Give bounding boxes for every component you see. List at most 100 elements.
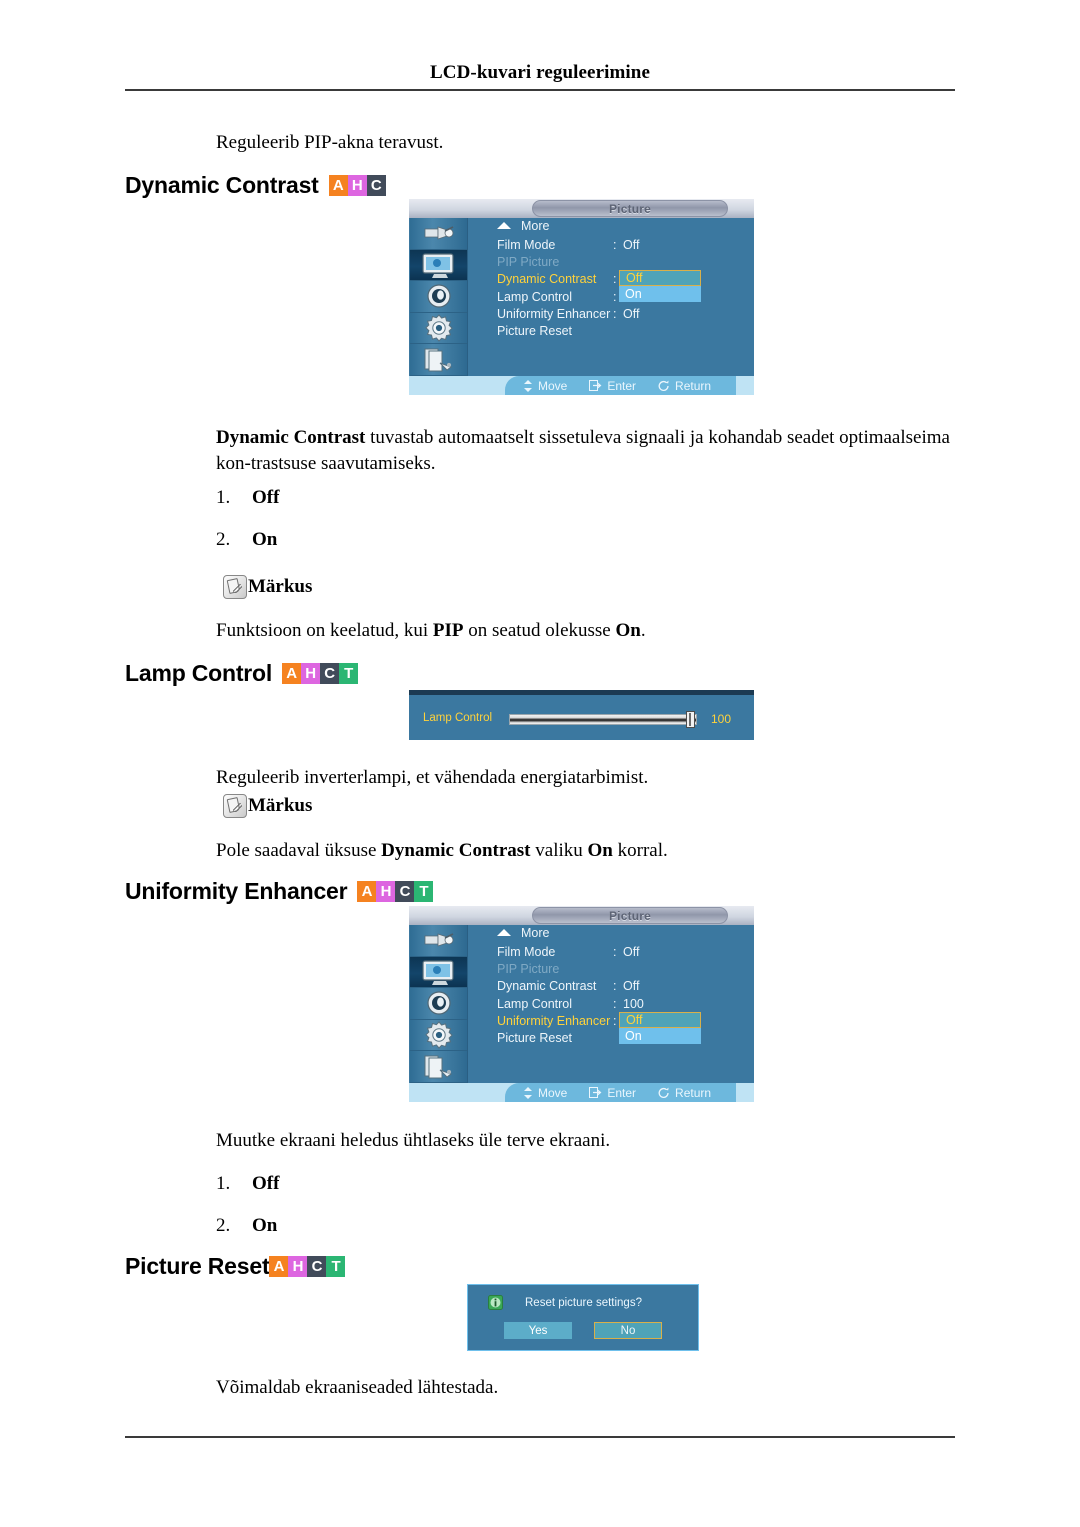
osd-dropdown-option-on[interactable]: On bbox=[619, 286, 701, 303]
osd-title: Picture bbox=[608, 201, 652, 216]
osd-lamp-control-slider-widget: Lamp Control 100 bbox=[409, 690, 754, 740]
list-label: On bbox=[252, 1215, 278, 1236]
osd-menu-body: More Film Mode: Off PIP Picture Dynamic Cont… bbox=[467, 218, 753, 376]
heading-picture-reset-text: Picture Reset bbox=[125, 1253, 270, 1279]
osd-row-value: Off bbox=[623, 238, 640, 252]
document-page: LCD-kuvari reguleerimine Reguleerib PIP-… bbox=[0, 0, 1080, 1527]
osd-footer-enter[interactable]: Enter bbox=[589, 379, 636, 393]
osd-sidebar-picture-icon[interactable] bbox=[410, 956, 467, 989]
osd-sidebar bbox=[410, 925, 468, 1083]
osd-sidebar-setup-gear-icon[interactable] bbox=[410, 1020, 467, 1052]
heading-dynamic-contrast: Dynamic Contrast AHC bbox=[125, 172, 386, 199]
osd-title: Picture bbox=[608, 908, 652, 923]
heading-lamp-control-text: Lamp Control bbox=[125, 660, 273, 686]
uniformity-enhancer-badge-h: H bbox=[376, 881, 396, 902]
picture-reset-badge-c: C bbox=[307, 1256, 327, 1277]
badge-group-lamp-control: AHCT bbox=[282, 663, 359, 684]
lamp-control-value: 100 bbox=[711, 712, 732, 726]
osd-row-label: Dynamic Contrast bbox=[497, 272, 597, 287]
osd-picture-menu-uniformity-enhancer: Picture More Film Mode: Off PIP Picture Dyna… bbox=[409, 906, 754, 1102]
osd-footer-label: Enter bbox=[607, 378, 637, 393]
osd-more-label: More bbox=[521, 926, 550, 940]
osd-row-colon: : bbox=[613, 979, 617, 994]
osd-row-label: Lamp Control bbox=[497, 996, 573, 1011]
osd-row-label: Uniformity Enhancer bbox=[497, 1013, 611, 1028]
dynamic-contrast-badge-c: C bbox=[366, 175, 386, 196]
heading-lamp-control: Lamp Control AHCT bbox=[125, 660, 359, 687]
osd-footer-enter[interactable]: Enter bbox=[589, 1086, 636, 1100]
osd-footer-move[interactable]: Move bbox=[523, 1086, 567, 1100]
note-pen-icon bbox=[223, 794, 247, 818]
osd-dropdown[interactable]: Off On bbox=[619, 270, 701, 303]
osd-row-label: Lamp Control bbox=[497, 289, 573, 304]
osd-sidebar-multi-control-icon[interactable] bbox=[410, 344, 467, 376]
note-text-pre: Funktsioon on keelatud, kui bbox=[216, 620, 433, 641]
osd-row-colon: : bbox=[613, 945, 617, 959]
osd-dropdown[interactable]: Off On bbox=[619, 1011, 701, 1044]
osd-sidebar-multi-control-icon[interactable] bbox=[410, 1051, 467, 1083]
heading-picture-reset: Picture Reset AHCT bbox=[125, 1253, 346, 1280]
note-text-end: . bbox=[640, 620, 646, 641]
osd-sidebar-sound-icon[interactable] bbox=[410, 281, 467, 313]
lamp-control-badge-c: C bbox=[320, 663, 340, 684]
osd-more-caret-icon bbox=[497, 222, 511, 229]
osd-footer-label: Move bbox=[538, 378, 568, 393]
paragraph-lamp-control: Reguleerib inverterlampi, et vähendada e… bbox=[216, 767, 649, 788]
picture-reset-badge-a: A bbox=[269, 1256, 289, 1277]
dialog-yes-button[interactable]: Yes bbox=[504, 1322, 572, 1339]
osd-row-label: Film Mode bbox=[497, 238, 556, 252]
dialog-no-button[interactable]: No bbox=[594, 1322, 662, 1339]
osd-dropdown-option-off[interactable]: Off bbox=[619, 270, 701, 287]
osd-footer-return[interactable]: Return bbox=[658, 379, 711, 393]
osd-footer-label: Return bbox=[675, 1085, 712, 1100]
osd-row-label: Picture Reset bbox=[497, 1031, 573, 1045]
osd-sidebar-input-source-icon[interactable] bbox=[410, 925, 467, 957]
lamp-widget-top-strip bbox=[409, 690, 754, 695]
lamp-control-badge-t: T bbox=[339, 663, 359, 684]
osd-row-label: Uniformity Enhancer bbox=[497, 306, 611, 321]
osd-row-colon: : bbox=[613, 238, 617, 252]
list-number: 1. bbox=[216, 487, 231, 508]
osd-footer-items: Move Enter Return bbox=[505, 1083, 736, 1102]
osd-more-caret-icon bbox=[497, 929, 511, 936]
list-number: 2. bbox=[216, 529, 231, 550]
osd-row-label: PIP Picture bbox=[497, 255, 560, 270]
lamp-control-knob[interactable] bbox=[686, 711, 695, 728]
list-label: Off bbox=[252, 487, 280, 508]
osd-footer-move[interactable]: Move bbox=[523, 379, 567, 393]
osd-row-label: PIP Picture bbox=[497, 962, 560, 977]
osd-title-pill: Picture bbox=[532, 200, 728, 217]
osd-sidebar-setup-gear-icon[interactable] bbox=[410, 313, 467, 345]
osd-dropdown-option-off[interactable]: Off bbox=[619, 1011, 701, 1028]
osd-sidebar-sound-icon[interactable] bbox=[410, 988, 467, 1020]
uniformity-enhancer-badge-t: T bbox=[414, 881, 434, 902]
badge-group-picture-reset: AHCT bbox=[269, 1256, 346, 1277]
osd-footer: Move Enter Return bbox=[409, 376, 754, 395]
osd-dropdown-option-on[interactable]: On bbox=[619, 1027, 701, 1044]
intro-paragraph: Reguleerib PIP-akna teravust. bbox=[216, 132, 444, 153]
osd-footer: Move Enter Return bbox=[409, 1083, 754, 1102]
osd-row-colon: : bbox=[613, 1013, 617, 1028]
heading-uniformity-enhancer: Uniformity Enhancer AHCT bbox=[125, 878, 434, 905]
paragraph-picture-reset: Võimaldab ekraaniseaded lähtestada. bbox=[216, 1377, 499, 1398]
note-text-end: korral. bbox=[612, 840, 668, 861]
osd-menu-body: More Film Mode: Off PIP Picture Dynamic Cont… bbox=[467, 925, 753, 1083]
osd-footer-label: Return bbox=[675, 378, 712, 393]
lamp-control-track[interactable] bbox=[509, 714, 697, 725]
enter-icon bbox=[589, 380, 602, 391]
lamp-control-label: Lamp Control bbox=[423, 712, 493, 724]
note-text-mid: valiku bbox=[530, 840, 588, 861]
picture-reset-badge-t: T bbox=[326, 1256, 346, 1277]
osd-more-label: More bbox=[521, 219, 550, 233]
dynamic-contrast-badge-h: H bbox=[347, 175, 367, 196]
osd-row-colon: : bbox=[613, 996, 617, 1011]
note-lamp-control: Märkus bbox=[223, 794, 312, 818]
osd-footer-return[interactable]: Return bbox=[658, 1086, 711, 1100]
note-text-bold-on: On bbox=[615, 620, 641, 641]
note-text-bold-on: On bbox=[587, 840, 613, 861]
osd-sidebar-picture-icon[interactable] bbox=[410, 249, 467, 282]
list-label: Off bbox=[252, 1173, 280, 1194]
paragraph-lc-note: Pole saadaval üksuse Dynamic Contrast va… bbox=[216, 838, 954, 864]
note-text-bold-pip: PIP bbox=[432, 620, 464, 641]
osd-sidebar-input-source-icon[interactable] bbox=[410, 218, 467, 250]
